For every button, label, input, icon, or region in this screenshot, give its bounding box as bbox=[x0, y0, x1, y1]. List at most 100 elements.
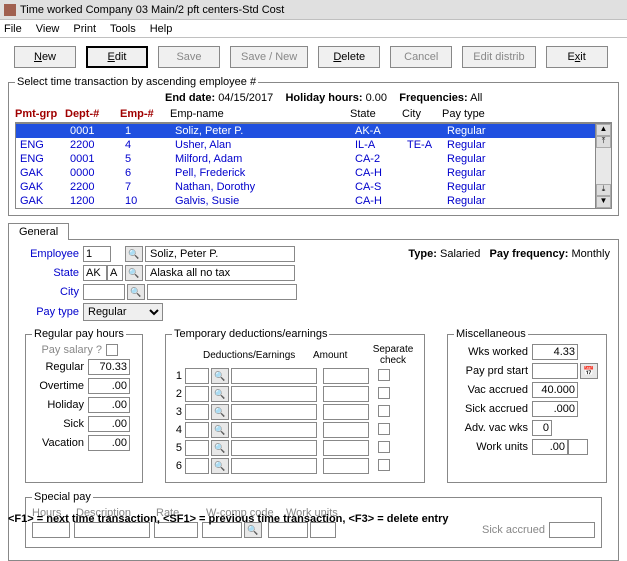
ded-desc-input[interactable] bbox=[231, 458, 317, 474]
table-row[interactable]: ENG22004Usher, AlanIL-ATE-ARegular bbox=[16, 138, 595, 152]
table-row[interactable]: ENG00015Milford, AdamCA-2Regular bbox=[16, 152, 595, 166]
grid-scrollbar[interactable]: ▲ ⤒ ⤓ ▼ bbox=[596, 123, 612, 209]
ded-amount-input[interactable] bbox=[323, 404, 369, 420]
ded-desc-input[interactable] bbox=[231, 368, 317, 384]
ded-code-input[interactable] bbox=[185, 458, 209, 474]
work-units-code-input[interactable] bbox=[568, 439, 588, 455]
state-code-input[interactable] bbox=[83, 265, 107, 281]
tab-bar: General bbox=[8, 222, 619, 239]
ded-amount-input[interactable] bbox=[323, 440, 369, 456]
freq-value: Monthly bbox=[571, 248, 610, 260]
city-input[interactable] bbox=[83, 284, 125, 300]
pay-salary-checkbox[interactable] bbox=[106, 344, 118, 356]
ded-lookup-icon[interactable]: 🔍 bbox=[211, 458, 229, 474]
table-row[interactable]: 00011Soliz, Peter P.AK-ARegular bbox=[16, 124, 595, 138]
paytype-select[interactable]: Regular bbox=[83, 303, 163, 321]
deductions-group: Temporary deductions/earnings Deductions… bbox=[165, 328, 425, 483]
menu-tools[interactable]: Tools bbox=[110, 23, 136, 35]
selector-legend: Select time transaction by ascending emp… bbox=[15, 76, 258, 88]
scroll-top-icon[interactable]: ⤒ bbox=[596, 136, 611, 148]
city-label: City bbox=[17, 286, 79, 298]
title-bar: Time worked Company 03 Main/2 pft center… bbox=[0, 0, 627, 20]
ded-lookup-icon[interactable]: 🔍 bbox=[211, 404, 229, 420]
ded-code-input[interactable] bbox=[185, 386, 209, 402]
ded-code-input[interactable] bbox=[185, 440, 209, 456]
pay-prd-input[interactable] bbox=[532, 363, 578, 379]
regular-hours-input[interactable] bbox=[88, 359, 130, 375]
overtime-hours-input[interactable] bbox=[88, 378, 130, 394]
ded-code-input[interactable] bbox=[185, 368, 209, 384]
ded-amount-input[interactable] bbox=[323, 368, 369, 384]
delete-button[interactable]: Delete bbox=[318, 46, 380, 68]
menu-print[interactable]: Print bbox=[73, 23, 96, 35]
paytype-label: Pay type bbox=[17, 306, 79, 318]
ded-desc-input[interactable] bbox=[231, 440, 317, 456]
holiday-hours-input[interactable] bbox=[88, 397, 130, 413]
ded-separate-checkbox[interactable] bbox=[378, 441, 390, 453]
table-row[interactable]: GAK00006Pell, FrederickCA-HRegular bbox=[16, 166, 595, 180]
hours-group: Regular pay hours Pay salary ? Regular O… bbox=[25, 328, 143, 483]
sick-hours-input[interactable] bbox=[88, 416, 130, 432]
state-sub-input[interactable] bbox=[107, 265, 123, 281]
type-label: Type: bbox=[408, 248, 437, 260]
selector-info: End date: 04/15/2017 Holiday hours: 0.00… bbox=[15, 92, 612, 106]
wks-worked-input[interactable] bbox=[532, 344, 578, 360]
ded-desc-input[interactable] bbox=[231, 404, 317, 420]
menu-file[interactable]: File bbox=[4, 23, 22, 35]
ded-amount-input[interactable] bbox=[323, 422, 369, 438]
menu-bar: File View Print Tools Help bbox=[0, 20, 627, 38]
ded-lookup-icon[interactable]: 🔍 bbox=[211, 386, 229, 402]
ded-code-input[interactable] bbox=[185, 422, 209, 438]
ded-separate-checkbox[interactable] bbox=[378, 387, 390, 399]
freq-label: Pay frequency: bbox=[490, 248, 569, 260]
work-units-input[interactable] bbox=[532, 439, 568, 455]
menu-view[interactable]: View bbox=[36, 23, 60, 35]
table-row[interactable]: GAK120010Galvis, SusieCA-HRegular bbox=[16, 194, 595, 208]
ded-separate-checkbox[interactable] bbox=[378, 369, 390, 381]
ded-separate-checkbox[interactable] bbox=[378, 405, 390, 417]
exit-button[interactable]: Exit bbox=[546, 46, 608, 68]
scroll-bottom-icon[interactable]: ⤓ bbox=[596, 184, 611, 196]
edit-button[interactable]: Edit bbox=[86, 46, 148, 68]
selector-group: Select time transaction by ascending emp… bbox=[8, 76, 619, 216]
city-desc-display bbox=[147, 284, 297, 300]
ded-code-input[interactable] bbox=[185, 404, 209, 420]
ded-amount-input[interactable] bbox=[323, 386, 369, 402]
adv-vac-input[interactable] bbox=[532, 420, 552, 436]
new-button[interactable]: New bbox=[14, 46, 76, 68]
save-new-button: Save / New bbox=[230, 46, 308, 68]
menu-help[interactable]: Help bbox=[150, 23, 173, 35]
tab-general[interactable]: General bbox=[8, 223, 69, 240]
employee-num-input[interactable] bbox=[83, 246, 111, 262]
sick-accrued-input[interactable] bbox=[532, 401, 578, 417]
scroll-up-icon[interactable]: ▲ bbox=[596, 124, 611, 136]
grid-body[interactable]: 00011Soliz, Peter P.AK-ARegular ENG22004… bbox=[15, 123, 596, 209]
edit-distrib-button: Edit distrib bbox=[462, 46, 535, 68]
state-lookup-icon[interactable]: 🔍 bbox=[125, 265, 143, 281]
city-lookup-icon[interactable]: 🔍 bbox=[127, 284, 145, 300]
type-value: Salaried bbox=[440, 248, 480, 260]
calendar-icon[interactable]: 📅 bbox=[580, 363, 598, 379]
employee-label: Employee bbox=[17, 248, 79, 260]
ded-lookup-icon[interactable]: 🔍 bbox=[211, 368, 229, 384]
save-button: Save bbox=[158, 46, 220, 68]
ded-lookup-icon[interactable]: 🔍 bbox=[211, 440, 229, 456]
grid-header: Pmt-grp Dept-# Emp-# Emp-name State City… bbox=[15, 106, 612, 123]
ded-separate-checkbox[interactable] bbox=[378, 423, 390, 435]
ded-separate-checkbox[interactable] bbox=[378, 459, 390, 471]
vac-accrued-input[interactable] bbox=[532, 382, 578, 398]
table-row[interactable]: GAK22007Nathan, DorothyCA-SRegular bbox=[16, 180, 595, 194]
employee-lookup-icon[interactable]: 🔍 bbox=[125, 246, 143, 262]
ded-amount-input[interactable] bbox=[323, 458, 369, 474]
ded-desc-input[interactable] bbox=[231, 422, 317, 438]
window-title: Time worked Company 03 Main/2 pft center… bbox=[20, 4, 284, 16]
scroll-down-icon[interactable]: ▼ bbox=[596, 196, 611, 208]
employee-name-display: Soliz, Peter P. bbox=[145, 246, 295, 262]
ded-lookup-icon[interactable]: 🔍 bbox=[211, 422, 229, 438]
misc-group: Miscellaneous Wks worked Pay prd start📅 … bbox=[447, 328, 607, 483]
vacation-hours-input[interactable] bbox=[88, 435, 130, 451]
ded-desc-input[interactable] bbox=[231, 386, 317, 402]
state-label: State bbox=[17, 267, 79, 279]
state-desc-display: Alaska all no tax bbox=[145, 265, 295, 281]
app-icon bbox=[4, 4, 16, 16]
